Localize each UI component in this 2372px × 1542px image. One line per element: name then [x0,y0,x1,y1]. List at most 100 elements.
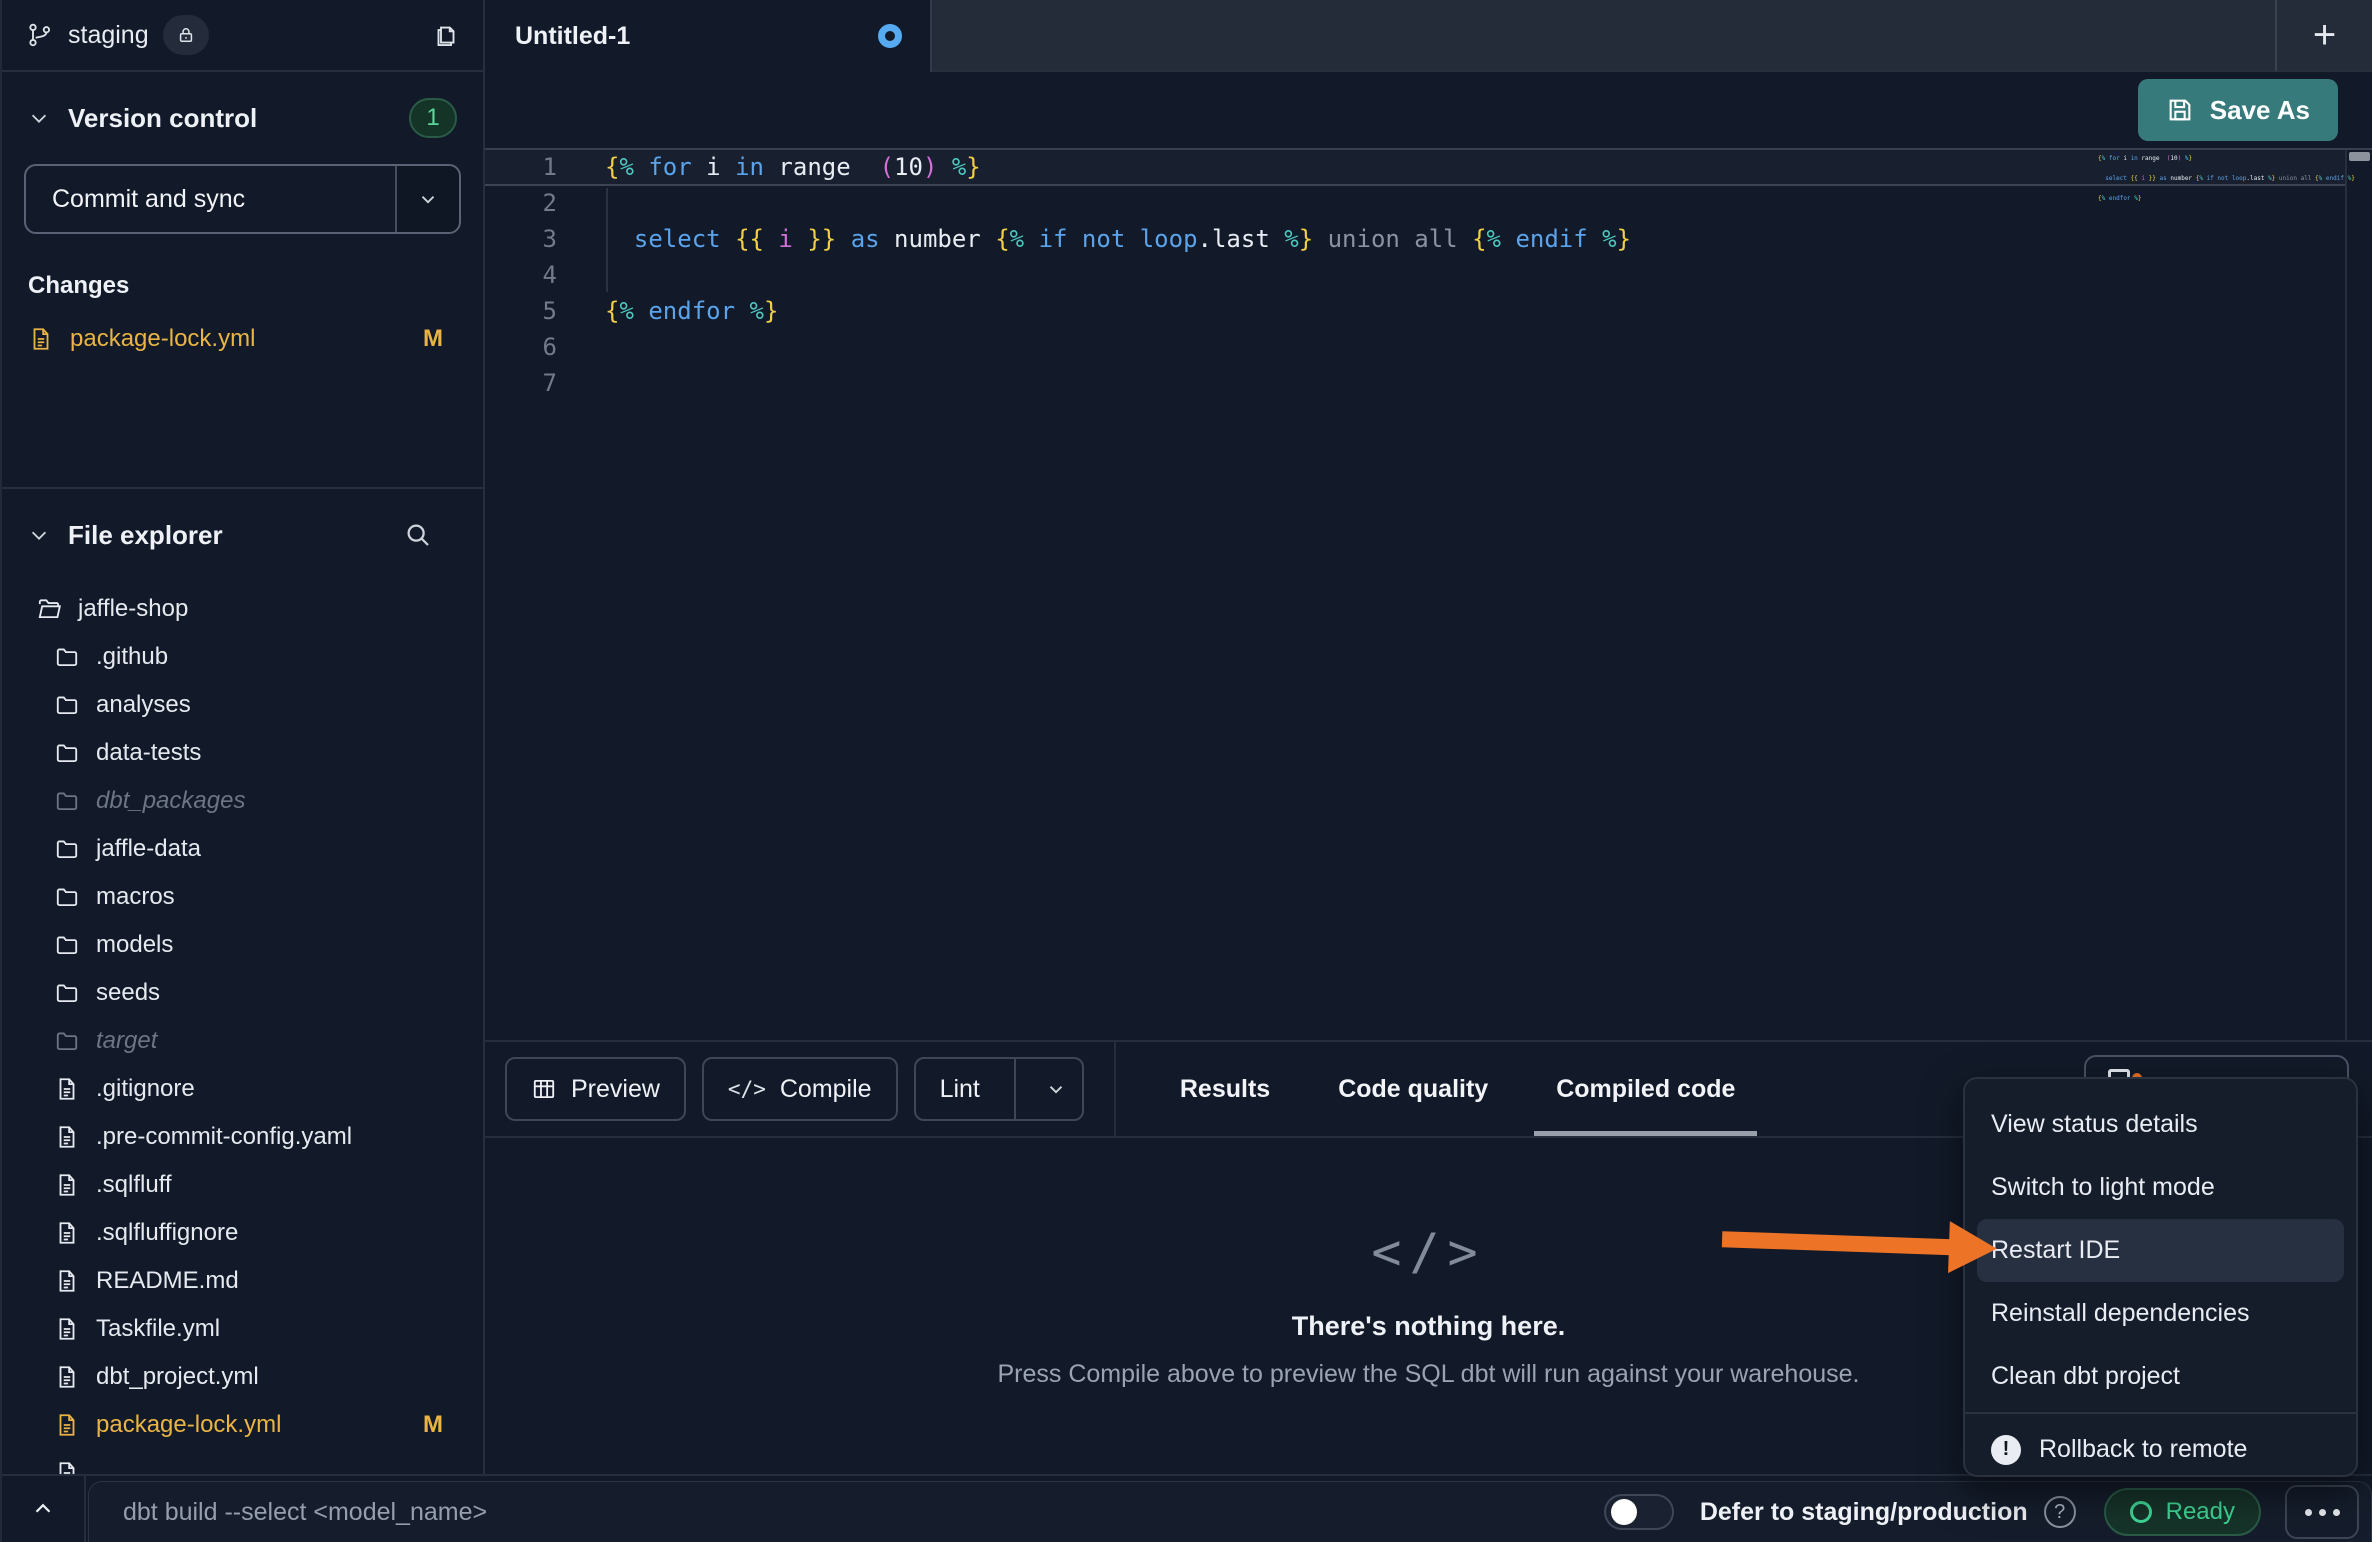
code-line[interactable]: 4 [485,258,2345,294]
tree-item-package-lock-yml[interactable]: package-lock.ymlM [2,1401,483,1449]
code-text [557,258,605,294]
compile-button[interactable]: </> Compile [702,1057,898,1121]
folder-icon [54,932,80,958]
preview-button[interactable]: Preview [505,1057,686,1121]
editor-scrollbar[interactable] [2345,150,2372,1040]
changed-file-package-lock-yml[interactable]: package-lock.ymlM [2,316,483,362]
tree-item-macros[interactable]: macros [2,873,483,921]
version-control-header[interactable]: Version control 1 [2,94,483,142]
tree-item-jaffle-shop[interactable]: jaffle-shop [2,585,483,633]
tree-item-label: .github [96,643,168,671]
menu-item-label: Rollback to remote [2039,1435,2247,1464]
lint-button[interactable]: Lint [914,1057,1084,1121]
file-explorer-header[interactable]: File explorer [2,511,483,559]
tree-item-dbt-packages[interactable]: dbt_packages [2,777,483,825]
panel-tab-compiled-code[interactable]: Compiled code [1522,1042,1769,1136]
tree-item-item[interactable] [2,1449,483,1474]
tree-item-dbt-project-yml[interactable]: dbt_project.yml [2,1353,483,1401]
tree-item-label: README.md [96,1267,239,1295]
tab-untitled-1[interactable]: Untitled-1 [485,0,932,72]
code-empty-icon: </> [1371,1223,1485,1281]
tree-item-github[interactable]: .github [2,633,483,681]
tree-item-jaffle-data[interactable]: jaffle-data [2,825,483,873]
panel-tab-results[interactable]: Results [1146,1042,1304,1136]
context-menu: View status detailsSwitch to light mode R… [1963,1077,2358,1477]
status-label: Ready [2166,1498,2235,1526]
tree-item-data-tests[interactable]: data-tests [2,729,483,777]
more-options-button[interactable] [2285,1485,2359,1539]
save-as-button[interactable]: Save As [2138,79,2338,141]
toggle-knob [1611,1499,1637,1525]
folder-icon [54,884,80,910]
tree-item-readme-md[interactable]: README.md [2,1257,483,1305]
annotation-arrow [1721,1213,1998,1275]
tree-item-taskfile-yml[interactable]: Taskfile.yml [2,1305,483,1353]
code-text: {% for i in range (10) %} [557,150,981,184]
code-line[interactable]: 7 [485,366,2345,402]
toolbar-divider [1114,1042,1116,1136]
copy-icon[interactable] [431,20,461,50]
file-icon [54,1460,80,1474]
dbt-ide-window: staging [0,0,2372,1542]
commit-and-sync-button[interactable]: Commit and sync [24,164,461,234]
code-text [557,366,605,402]
code-line[interactable]: 3 select {{ i }} as number {% if not loo… [485,222,2345,258]
file-icon [54,1220,80,1246]
code-line[interactable]: 5{% endfor %} [485,294,2345,330]
menu-item-clean-dbt-project[interactable]: Clean dbt project [1965,1345,2356,1408]
panel-tabs: ResultsCode qualityCompiled code [1146,1042,1770,1136]
branch-name[interactable]: staging [68,21,149,50]
version-control-title: Version control [68,103,257,134]
file-icon [54,1172,80,1198]
tree-item-analyses[interactable]: analyses [2,681,483,729]
menu-item-rollback-to-remote[interactable]: ! Rollback to remote [1965,1418,2356,1481]
tree-item-sqlfluff[interactable]: .sqlfluff [2,1161,483,1209]
tree-item-label: jaffle-data [96,835,201,863]
tree-item-label: package-lock.yml [96,1411,281,1439]
code-line[interactable]: 2 [485,186,2345,222]
menu-item-reinstall-dependencies[interactable]: Reinstall dependencies [1965,1282,2356,1345]
tree-item-label: jaffle-shop [78,595,188,623]
help-icon[interactable]: ? [2044,1496,2076,1528]
code-editor[interactable]: 1{% for i in range (10) %}23 select {{ i… [485,150,2372,1040]
menu-item-label: Restart IDE [1991,1236,2120,1265]
tree-item-seeds[interactable]: seeds [2,969,483,1017]
folder-icon [54,980,80,1006]
tree-item-label: .sqlfluff [96,1171,172,1199]
file-icon [54,1316,80,1342]
menu-item-view-status-details[interactable]: View status details [1965,1093,2356,1156]
folder-icon [54,788,80,814]
expand-command-bar-button[interactable] [2,1476,86,1542]
tree-item-label: Taskfile.yml [96,1315,220,1343]
git-branch-icon [26,21,54,49]
file-explorer-section: File explorer jaffle-shop .github analyses… [2,489,483,1474]
status-badge[interactable]: Ready [2104,1488,2261,1536]
tree-item-gitignore[interactable]: .gitignore [2,1065,483,1113]
tree-item-target[interactable]: target [2,1017,483,1065]
menu-item-switch-to-light-mode[interactable]: Switch to light mode [1965,1156,2356,1219]
menu-item-label: Reinstall dependencies [1991,1299,2250,1328]
file-icon [54,1364,80,1390]
chevron-down-icon[interactable] [1030,1078,1082,1100]
tree-item-models[interactable]: models [2,921,483,969]
save-icon [2166,96,2194,124]
code-icon: </> [728,1077,766,1101]
tree-item-sqlfluffignore[interactable]: .sqlfluffignore [2,1209,483,1257]
new-tab-button[interactable]: + [2275,0,2372,72]
commit-options-caret[interactable] [395,166,459,232]
command-input[interactable]: dbt build --select <model_name> Defer to… [88,1481,2372,1542]
menu-item-restart-ide[interactable]: Restart IDE [1977,1219,2344,1282]
search-icon[interactable] [403,520,433,550]
code-line[interactable]: 1{% for i in range (10) %} [485,150,2345,186]
alert-icon: ! [1991,1435,2021,1465]
scrollbar-thumb[interactable] [2349,152,2370,161]
save-as-label: Save As [2210,95,2310,126]
code-text: select {{ i }} as number {% if not loop.… [557,222,1631,258]
file-icon [54,1124,80,1150]
defer-toggle[interactable] [1604,1494,1674,1530]
code-line[interactable]: 6 [485,330,2345,366]
changes-label: Changes [28,272,483,300]
tree-item-pre-commit-config-yaml[interactable]: .pre-commit-config.yaml [2,1113,483,1161]
panel-tab-code-quality[interactable]: Code quality [1304,1042,1522,1136]
file-tree: jaffle-shop.githubanalysesdata-testsdbt_… [2,585,483,1474]
